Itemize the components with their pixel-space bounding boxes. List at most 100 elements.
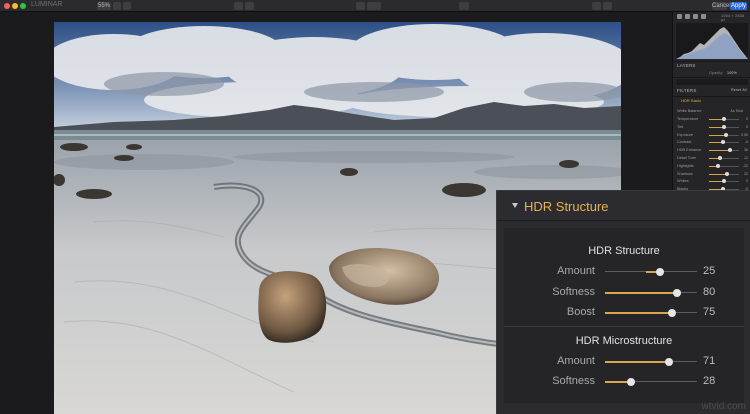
slider-track[interactable] <box>709 140 739 145</box>
slider-track[interactable] <box>605 357 697 366</box>
slider-track[interactable] <box>709 179 739 184</box>
slider-label: Contrast <box>677 140 692 145</box>
slider-track[interactable] <box>709 171 739 176</box>
filter-slider-row: Highlights -20 <box>673 163 750 170</box>
slider-knob[interactable] <box>717 156 722 160</box>
filter-slider-row: Whites 0 <box>673 178 750 185</box>
filter-slider-row: Shadows 20 <box>673 171 750 178</box>
slider-knob[interactable] <box>720 140 725 145</box>
histogram <box>676 23 748 59</box>
slider-knob[interactable] <box>722 117 726 121</box>
slider-knob[interactable] <box>716 163 720 168</box>
slider-label: Amount <box>557 355 595 367</box>
section-heading: HDR Microstructure <box>575 335 673 347</box>
slider-track[interactable] <box>605 308 697 317</box>
slider-track[interactable] <box>709 132 739 137</box>
share-icon[interactable] <box>592 2 601 10</box>
history-icon[interactable] <box>367 2 381 10</box>
slider-track[interactable] <box>605 288 697 297</box>
minimize-window-button[interactable] <box>12 3 18 9</box>
section-heading: HDR Structure <box>588 245 660 257</box>
slider-knob[interactable] <box>725 171 729 176</box>
slider-label: Boost <box>566 306 595 318</box>
slider-track[interactable] <box>605 377 697 386</box>
slider-value: 80 <box>703 286 716 298</box>
export-icon[interactable] <box>603 2 612 10</box>
filter-slider-row: HDR Enhance 36 <box>673 147 750 154</box>
reset-all-button[interactable]: Reset All <box>731 88 747 92</box>
filter-slider-row: Tint 0 <box>673 124 750 131</box>
histogram-icon[interactable] <box>677 14 682 19</box>
apply-button[interactable]: Apply <box>730 2 747 10</box>
image-size-info: 1064 × 2838 px <box>721 14 745 22</box>
close-window-button[interactable] <box>4 3 10 9</box>
divider <box>673 96 750 97</box>
slider-value: 25 <box>703 265 716 277</box>
slider-label: Temperature <box>677 117 699 121</box>
zoom-window-button[interactable] <box>20 3 26 9</box>
slider-label: Detail Tone <box>677 156 696 160</box>
actual-size-icon[interactable] <box>123 2 131 10</box>
presets-icon[interactable] <box>701 14 706 19</box>
slider-knob[interactable] <box>668 308 677 317</box>
hdr-slider-row: Amount 71 <box>497 353 750 369</box>
cancel-button[interactable]: Cancel <box>712 2 731 10</box>
slider-knob[interactable] <box>723 132 728 137</box>
slider-track[interactable] <box>709 148 739 153</box>
opacity-value[interactable]: 100% <box>727 71 737 75</box>
divider <box>673 77 750 78</box>
slider-knob[interactable] <box>722 179 726 184</box>
slider-track[interactable] <box>709 156 739 160</box>
slider-knob[interactable] <box>626 377 635 386</box>
slider-knob[interactable] <box>722 124 726 129</box>
slider-knob[interactable] <box>672 288 681 297</box>
section-divider <box>504 326 744 327</box>
slider-label: Amount <box>557 265 595 277</box>
slider-knob[interactable] <box>665 357 674 366</box>
hdr-basic-filter-title[interactable]: HDR Basic <box>681 99 701 103</box>
fit-icon[interactable] <box>113 2 121 10</box>
slider-label: Exposure <box>677 132 694 137</box>
info-icon[interactable] <box>693 14 698 19</box>
hdr-slider-row: Amount 25 <box>497 263 750 279</box>
hdr-slider-row: Softness 80 <box>497 284 750 300</box>
zoom-level-select[interactable]: 55% <box>97 2 111 10</box>
layers-header: LAYERS <box>677 63 696 68</box>
collapse-triangle-icon[interactable] <box>512 203 518 208</box>
slider-value: 36 <box>744 148 748 153</box>
slider-label: Whites <box>677 179 689 184</box>
white-balance-select[interactable]: As Shot <box>730 108 743 115</box>
filter-slider-row: Detail Tone 12 <box>673 155 750 162</box>
preview-icon[interactable] <box>245 2 254 10</box>
hdr-structure-header[interactable]: HDR Structure <box>497 191 750 221</box>
slider-value: 75 <box>703 306 716 318</box>
slider-knob[interactable] <box>728 148 732 153</box>
hdr-slider-row: Softness 28 <box>497 373 750 389</box>
filter-slider-row: Contrast -5 <box>673 139 750 146</box>
filters-header: FILTERS <box>677 88 697 93</box>
layer-thumbnail-row[interactable] <box>676 79 748 85</box>
slider-value: -5 <box>744 140 748 145</box>
slider-label: Softness <box>552 375 595 387</box>
undo-icon[interactable] <box>356 2 365 10</box>
slider-knob[interactable] <box>656 267 665 276</box>
clipping-icon[interactable] <box>685 14 690 19</box>
slider-label: Highlights <box>677 163 694 168</box>
slider-label: Tint <box>677 124 684 129</box>
slider-label: Softness <box>552 286 595 298</box>
histogram-graph <box>676 27 748 59</box>
slider-fill <box>605 360 670 363</box>
filter-slider-row: Temperature 0 <box>673 116 750 123</box>
crop-icon[interactable] <box>459 2 469 10</box>
slider-value: 0 <box>746 124 748 129</box>
slider-track[interactable] <box>709 117 739 121</box>
slider-track[interactable] <box>709 163 739 168</box>
slider-value: -20 <box>742 163 748 168</box>
slider-track[interactable] <box>605 267 697 276</box>
slider-value: 20 <box>744 171 748 176</box>
white-balance-label: White Balance <box>677 109 702 113</box>
slider-fill <box>709 150 730 152</box>
slider-track[interactable] <box>709 124 739 129</box>
hdr-structure-title: HDR Structure <box>524 199 609 214</box>
compare-icon[interactable] <box>234 2 243 10</box>
